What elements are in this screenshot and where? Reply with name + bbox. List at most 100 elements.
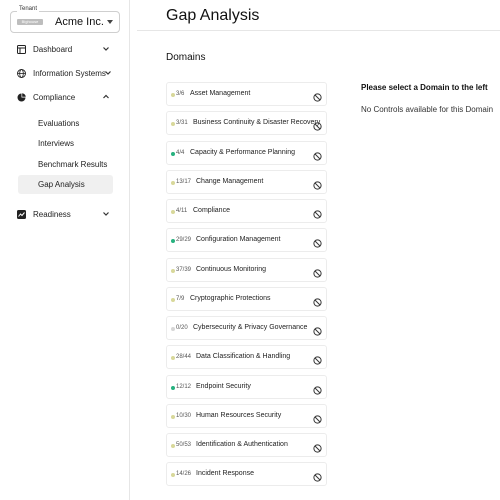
domain-count: 13/17 [176, 178, 192, 185]
domain-name: Cryptographic Protections [190, 294, 271, 302]
header-divider [137, 30, 500, 31]
domain-name: Capacity & Performance Planning [190, 148, 296, 156]
chevron-up-icon [102, 93, 110, 101]
domain-count: 14/26 [176, 471, 192, 478]
domain-row[interactable]: 3/6 Asset Management [166, 82, 327, 106]
sidebar-item-label: Compliance [33, 92, 76, 102]
domain-count: 3/31 [176, 120, 188, 127]
status-dot [171, 268, 175, 273]
domain-name: Cybersecurity & Privacy Governance [193, 324, 308, 331]
domain-count: 50/53 [176, 442, 192, 448]
sidebar-subitem-label: Interviews [38, 139, 75, 148]
domain-row[interactable]: 3/31 Business Continuity & Disaster Recov… [166, 111, 327, 136]
sidebar-subitem-evaluations[interactable]: Evaluations [18, 114, 113, 133]
no-access-icon[interactable] [313, 122, 322, 131]
no-access-icon[interactable] [313, 268, 322, 278]
sidebar-subitem-label: Benchmark Results [38, 160, 108, 169]
domain-count: 0/20 [176, 325, 188, 331]
sidebar-item-compliance[interactable]: Compliance [0, 88, 130, 106]
domain-name: Endpoint Security [196, 382, 251, 390]
status-dot [171, 180, 175, 185]
domain-name: Configuration Management [196, 236, 281, 244]
sidebar-subitem-label: Gap Analysis [38, 180, 85, 189]
domain-name: Business Continuity & Disaster Recovery [193, 119, 321, 127]
status-dot [171, 151, 175, 156]
domain-row[interactable]: 28/44 Data Classification & Handling [166, 345, 327, 370]
status-dot [171, 385, 175, 390]
sidebar-item-readiness[interactable]: Readiness [0, 205, 130, 223]
sidebar-item-label: Readiness [33, 209, 71, 219]
domain-row[interactable]: 7/9 Cryptographic Protections [166, 286, 327, 311]
status-dot [171, 239, 175, 244]
domain-name: Data Classification & Handling [196, 353, 291, 361]
domain-row[interactable]: 4/11 Compliance [166, 199, 327, 223]
no-access-icon[interactable] [313, 444, 322, 453]
no-access-icon[interactable] [313, 239, 322, 248]
no-access-icon[interactable] [313, 415, 322, 424]
domain-count: 29/29 [176, 237, 192, 244]
domain-list: 3/6 Asset Management 3/31 Business Continui… [166, 82, 327, 492]
domain-count: 10/30 [176, 412, 192, 419]
sidebar-subitem-gap-analysis[interactable]: Gap Analysis [18, 175, 113, 194]
domain-name: Human Resources Security [196, 411, 282, 419]
status-dot [171, 210, 175, 214]
domain-row[interactable]: 13/17 Change Management [166, 169, 327, 194]
status-dot [171, 473, 175, 478]
domain-row[interactable]: 50/53 Identification & Authentication [166, 433, 327, 457]
no-access-icon[interactable] [313, 210, 322, 219]
domain-name: Compliance [193, 207, 230, 214]
no-access-icon[interactable] [313, 93, 322, 102]
domain-row[interactable]: 0/20 Cybersecurity & Privacy Governance [166, 316, 327, 340]
domain-name: Incident Response [196, 470, 254, 478]
tenant-selector[interactable]: Tenant Bighouse Acme Inc. [10, 6, 120, 33]
status-dot [171, 327, 175, 331]
status-dot [171, 414, 175, 419]
no-access-icon[interactable] [313, 473, 322, 482]
status-dot [171, 444, 175, 448]
domains-heading: Domains [166, 52, 206, 63]
globe-icon [17, 68, 26, 78]
sidebar-subitem-label: Evaluations [38, 119, 80, 128]
domain-name: Change Management [196, 177, 264, 185]
sidebar-subitem-benchmark-results[interactable]: Benchmark Results [18, 155, 113, 174]
sidebar-item-dashboard[interactable]: Dashboard [0, 40, 130, 58]
tenant-name: Acme Inc. [55, 16, 104, 28]
no-controls-message: No Controls available for this Domain [361, 105, 494, 114]
domain-name: Continuous Monitoring [196, 265, 267, 273]
chevron-down-icon [102, 210, 110, 218]
sidebar: Tenant Bighouse Acme Inc. Dashboard Info… [0, 0, 130, 500]
domain-row[interactable]: 12/12 Endpoint Security [166, 374, 327, 399]
domain-row[interactable]: 37/39 Continuous Monitoring [166, 257, 327, 282]
no-access-icon[interactable] [313, 356, 322, 365]
status-dot [171, 122, 175, 127]
no-access-icon[interactable] [313, 298, 322, 307]
status-dot [171, 356, 175, 361]
no-access-icon[interactable] [313, 385, 322, 395]
domain-count: 28/44 [176, 354, 192, 361]
sidebar-subitem-interviews[interactable]: Interviews [18, 134, 113, 153]
domain-name: Identification & Authentication [196, 441, 288, 448]
dashboard-icon [17, 44, 26, 54]
tenant-tag: Bighouse [17, 19, 43, 25]
domain-count: 37/39 [176, 266, 192, 273]
domain-count: 4/11 [176, 208, 188, 214]
no-access-icon[interactable] [313, 181, 322, 190]
page-title: Gap Analysis [166, 7, 260, 24]
domain-row[interactable]: 4/4 Capacity & Performance Planning [166, 140, 327, 165]
sidebar-item-label: Information Systems [33, 68, 106, 78]
sidebar-item-label: Dashboard [33, 44, 73, 54]
sidebar-item-information-systems[interactable]: Information Systems [0, 64, 130, 82]
no-access-icon[interactable] [313, 327, 322, 336]
status-dot [171, 297, 175, 302]
domain-count: 4/4 [176, 149, 185, 156]
chevron-down-icon [104, 69, 112, 77]
domain-row[interactable]: 10/30 Human Resources Security [166, 403, 327, 428]
no-access-icon[interactable] [313, 151, 322, 161]
pie-chart-icon [17, 92, 26, 102]
domain-row[interactable]: 29/29 Configuration Management [166, 228, 327, 253]
tenant-legend: Tenant [17, 6, 40, 12]
status-dot [171, 93, 175, 97]
domain-row[interactable]: 14/26 Incident Response [166, 462, 327, 487]
caret-down-icon [107, 20, 113, 24]
readiness-icon [17, 209, 26, 219]
